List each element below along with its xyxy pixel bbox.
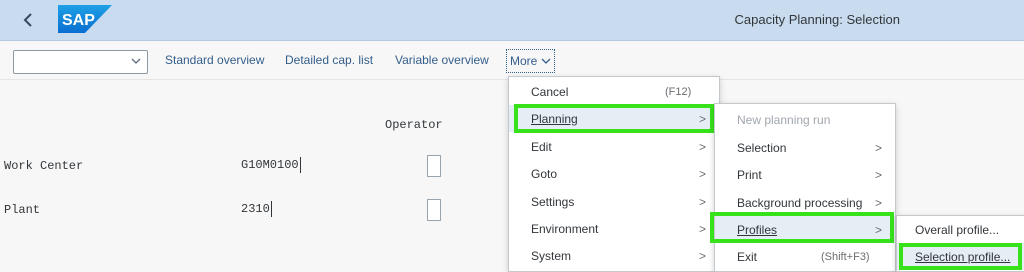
highlight-profiles — [710, 212, 894, 243]
planning-submenu: New planning run Selection > Print > Bac… — [714, 103, 896, 272]
highlight-selection-profile — [899, 243, 1022, 270]
menu-item-label: Edit — [531, 139, 552, 154]
menu-item-system[interactable]: System > — [509, 242, 719, 269]
chevron-down-icon — [131, 53, 141, 72]
back-button[interactable] — [14, 6, 42, 34]
menu-item-edit[interactable]: Edit > — [509, 133, 719, 160]
plant-label: Plant — [4, 203, 41, 217]
plant-field[interactable]: 2310 — [241, 201, 272, 217]
detailed-cap-list-button[interactable]: Detailed cap. list — [285, 53, 373, 67]
svg-text:SAP: SAP — [62, 12, 95, 29]
more-button[interactable]: More — [506, 49, 556, 73]
menu-item-label: Settings — [531, 194, 575, 209]
operator-column-header: Operator — [385, 118, 443, 132]
chevron-right-icon: > — [875, 195, 883, 210]
menu-item-label: System — [531, 248, 572, 263]
menu-item-label: Goto — [531, 166, 558, 181]
work-center-label: Work Center — [4, 159, 84, 173]
chevron-right-icon: > — [699, 194, 707, 209]
highlight-planning — [514, 104, 714, 133]
chevron-right-icon: > — [699, 139, 707, 154]
menu-item-label: Background processing — [737, 195, 863, 210]
menu-item-new-planning-run: New planning run — [715, 106, 895, 133]
chevron-right-icon: > — [699, 221, 707, 236]
plant-operator-checkbox[interactable] — [427, 199, 441, 221]
menu-item-cancel[interactable]: Cancel (F12) — [509, 78, 719, 105]
menu-item-label: Overall profile... — [915, 222, 1000, 237]
more-label: More — [510, 54, 538, 68]
sap-logo: SAP — [58, 5, 112, 33]
menu-item-label: New planning run — [737, 112, 831, 127]
menu-item-label: Cancel — [531, 84, 569, 99]
shortcut-label: (Shift+F3) — [821, 250, 870, 263]
shell-bar: SAP Capacity Planning: Selection — [0, 0, 1024, 41]
menu-item-print[interactable]: Print > — [715, 161, 895, 188]
menu-item-goto[interactable]: Goto > — [509, 160, 719, 187]
chevron-right-icon: > — [699, 166, 707, 181]
toolbar: Standard overview Detailed cap. list Var… — [0, 41, 1024, 80]
variant-select[interactable] — [13, 50, 148, 74]
chevron-right-icon: > — [699, 248, 707, 263]
menu-item-label: Exit — [737, 249, 758, 264]
menu-item-label: Environment — [531, 221, 599, 236]
variable-overview-button[interactable]: Variable overview — [395, 53, 489, 67]
chevron-down-icon — [541, 58, 551, 64]
standard-overview-button[interactable]: Standard overview — [165, 53, 264, 67]
shortcut-label: (F12) — [665, 85, 692, 98]
chevron-left-icon — [23, 13, 32, 27]
menu-item-settings[interactable]: Settings > — [509, 188, 719, 215]
menu-item-overall-profile[interactable]: Overall profile... — [897, 216, 1024, 243]
menu-item-exit[interactable]: Exit (Shift+F3) — [715, 243, 895, 270]
chevron-right-icon: > — [875, 167, 883, 182]
work-center-field[interactable]: G10M0100 — [241, 157, 301, 173]
menu-item-label: Print — [737, 167, 762, 182]
chevron-right-icon: > — [875, 140, 883, 155]
menu-item-environment[interactable]: Environment > — [509, 215, 719, 242]
page-title: Capacity Planning: Selection — [734, 12, 901, 27]
menu-item-label: Selection — [737, 140, 787, 155]
menu-item-selection[interactable]: Selection > — [715, 134, 895, 161]
work-center-operator-checkbox[interactable] — [427, 155, 441, 177]
